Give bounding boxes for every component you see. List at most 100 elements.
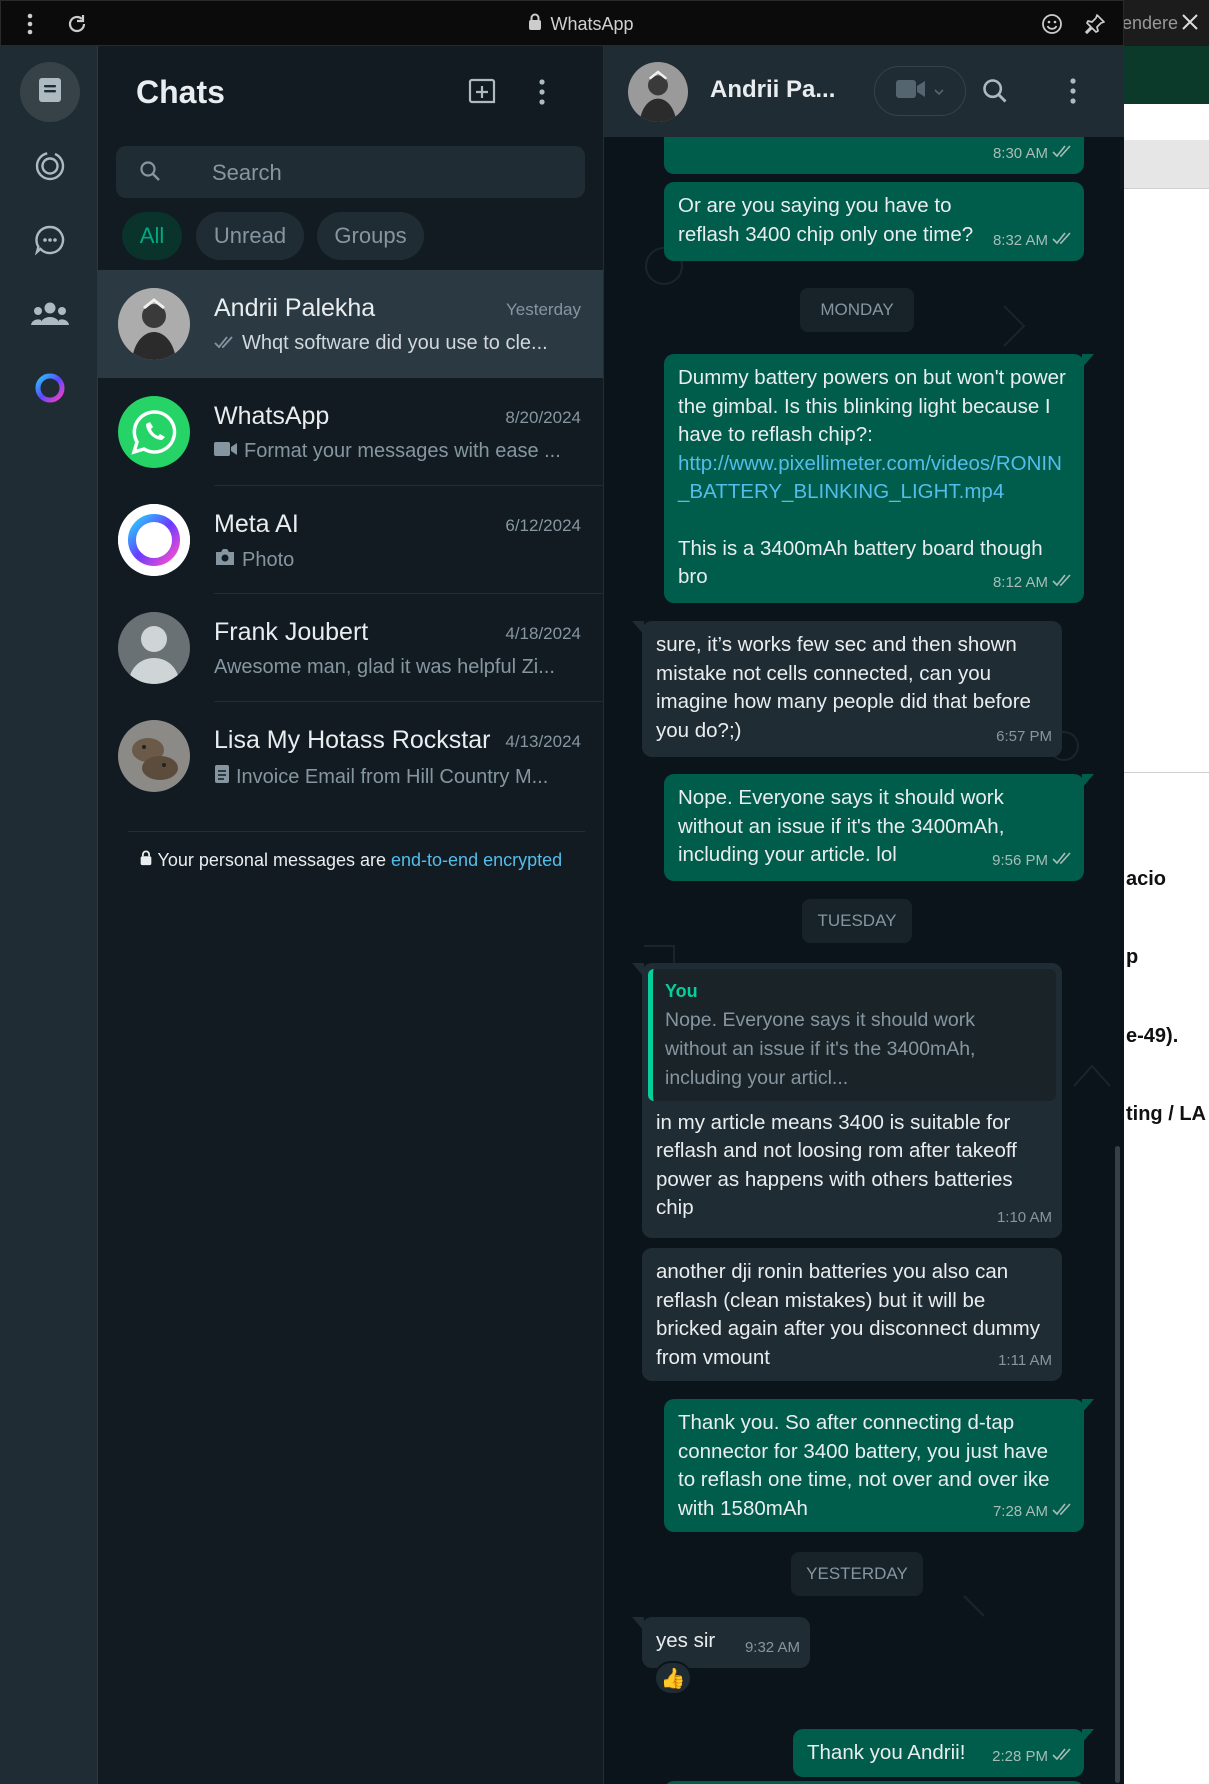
background-text: e-49).	[1126, 1025, 1179, 1047]
video-call-button[interactable]	[874, 66, 966, 116]
filter-all[interactable]: All	[122, 212, 182, 260]
chat-preview-text: Invoice Email from Hill Country M...	[236, 765, 549, 788]
bubble-tail	[1082, 774, 1094, 788]
chat-date: 4/13/2024	[505, 732, 581, 751]
encryption-note: Your personal messages are end-to-end en…	[98, 850, 603, 871]
video-call-icon	[896, 79, 926, 104]
message-time: 9:32 AM	[744, 1638, 800, 1656]
background-tab-text: endere	[1124, 12, 1179, 33]
chat-item-frank-joubert[interactable]: Frank Joubert 4/18/2024 Awesome man, gla…	[98, 594, 603, 702]
message-text: Dummy battery powers on but won't power …	[678, 366, 1072, 446]
filter-groups[interactable]: Groups	[317, 212, 424, 260]
chat-name: WhatsApp	[214, 402, 330, 430]
message-outgoing[interactable]: Or are you saying you have to reflash 34…	[664, 182, 1084, 261]
chat-name: Andrii Palekha	[214, 294, 376, 322]
conversation-header[interactable]: Andrii Pa...	[604, 46, 1124, 137]
search-input[interactable]: Search	[116, 146, 585, 198]
window-title: WhatsApp	[501, 1, 661, 47]
menu-dots-icon[interactable]	[522, 72, 562, 112]
avatar	[118, 612, 190, 684]
search-icon[interactable]	[975, 71, 1015, 111]
message-time: 2:28 PM	[992, 1747, 1048, 1765]
message-meta: 6:57 PM	[996, 723, 1052, 752]
double-check-icon	[1052, 140, 1074, 169]
contact-name[interactable]: Andrii Pa...	[710, 76, 835, 104]
message-outgoing[interactable]: Nope. Everyone says it should work witho…	[664, 774, 1094, 881]
channels-nav-button[interactable]	[20, 212, 80, 272]
channels-icon	[34, 224, 66, 261]
nav-rail	[0, 46, 98, 1784]
message-time: 1:10 AM	[996, 1208, 1052, 1226]
quoted-message[interactable]: You Nope. Everyone says it should work w…	[648, 969, 1056, 1101]
message-time: 1:11 AM	[998, 1351, 1052, 1369]
emoji-icon[interactable]	[1037, 1, 1067, 47]
chats-icon	[35, 75, 65, 110]
message-meta: 8:30 AM	[993, 140, 1074, 169]
message-outgoing[interactable]: Thank you Andrii! 2:28 PM	[793, 1729, 1094, 1777]
background-text: acio	[1126, 868, 1167, 890]
new-chat-icon[interactable]	[462, 72, 502, 112]
menu-dots-icon[interactable]	[15, 1, 45, 47]
search-icon	[138, 159, 162, 188]
chat-preview-text: Format your messages with ease ...	[244, 440, 561, 462]
double-check-icon	[1052, 1498, 1074, 1527]
chat-date: 8/20/2024	[505, 408, 581, 427]
filter-unread[interactable]: Unread	[196, 212, 304, 260]
chat-list-panel: Chats Search All Unread Groups Andrii Pa…	[98, 46, 603, 1784]
background-window: endere acio p e-49). ting / LA	[1124, 0, 1209, 1784]
message-outgoing[interactable]: Thank you. So after connecting d-tap con…	[664, 1399, 1094, 1532]
message-incoming[interactable]: sure, it’s works few sec and then shown …	[632, 621, 1062, 757]
bubble-tail	[1082, 1729, 1094, 1743]
chat-item-andrii-palekha[interactable]: Andrii Palekha Yesterday Whqt software d…	[98, 270, 603, 378]
chat-date: Yesterday	[506, 300, 581, 319]
lock-icon	[139, 850, 153, 870]
meta-ai-nav-button[interactable]	[20, 360, 80, 420]
encryption-link[interactable]: end-to-end encrypted	[391, 850, 562, 870]
chat-preview-text: Awesome man, glad it was helpful Zi...	[214, 656, 555, 678]
bubble-tail	[632, 963, 644, 977]
message-text: another dji ronin batteries you also can…	[656, 1260, 1046, 1369]
chat-preview: Photo	[214, 548, 584, 572]
message-text: sure, it’s works few sec and then shown …	[656, 633, 1037, 742]
reaction-badge[interactable]: 👍	[654, 1661, 692, 1695]
chat-preview: Invoice Email from Hill Country M...	[214, 764, 584, 790]
status-nav-button[interactable]	[20, 138, 80, 198]
menu-dots-icon[interactable]	[1053, 71, 1093, 111]
message-time: 7:28 AM	[992, 1502, 1048, 1520]
message-time: 8:32 AM	[992, 231, 1048, 249]
message-incoming[interactable]: You Nope. Everyone says it should work w…	[632, 963, 1062, 1238]
chat-name: Frank Joubert	[214, 618, 369, 646]
contact-avatar[interactable]	[628, 62, 688, 122]
chat-preview: Awesome man, glad it was helpful Zi...	[214, 656, 584, 679]
chats-nav-button[interactable]	[20, 62, 80, 122]
chat-name: Lisa My Hotass Rockstar	[214, 726, 491, 754]
pin-icon[interactable]	[1079, 1, 1111, 47]
chat-item-whatsapp[interactable]: WhatsApp 8/20/2024 Format your messages …	[98, 378, 603, 486]
background-toolbar	[1124, 46, 1209, 104]
chat-preview-text: Photo	[242, 548, 295, 571]
chat-item-meta-ai[interactable]: Meta AI 6/12/2024 Photo	[98, 486, 603, 594]
communities-nav-button[interactable]	[20, 286, 80, 346]
double-check-icon	[1052, 1743, 1074, 1772]
message-time: 8:30 AM	[992, 144, 1048, 162]
background-divider	[1124, 772, 1209, 773]
message-list[interactable]: I want to see if mine matches yours 8:30…	[604, 103, 1124, 1784]
bubble-tail	[632, 1617, 644, 1631]
chat-date: 6/12/2024	[505, 516, 581, 535]
chat-preview: Whqt software did you use to cle...	[214, 332, 584, 355]
communities-icon	[31, 299, 69, 334]
reload-icon[interactable]	[61, 1, 93, 47]
day-divider: TUESDAY	[802, 899, 912, 943]
message-meta: 7:28 AM	[993, 1498, 1074, 1527]
message-outgoing[interactable]: Dummy battery powers on but won't power …	[664, 354, 1094, 603]
chat-item-lisa[interactable]: Lisa My Hotass Rockstar 4/13/2024 Invoic…	[98, 702, 603, 810]
scrollbar[interactable]	[1115, 1146, 1120, 1783]
message-incoming[interactable]: another dji ronin batteries you also can…	[642, 1248, 1062, 1381]
message-time: 9:56 PM	[992, 851, 1048, 869]
message-link[interactable]: http://www.pixellimeter.com/videos/RONIN…	[678, 452, 1062, 504]
bubble-tail	[1082, 1399, 1094, 1413]
meta-ai-icon	[34, 372, 66, 409]
bubble-tail	[1082, 354, 1094, 368]
close-icon[interactable]	[1180, 12, 1200, 37]
background-tab: endere	[1124, 0, 1209, 46]
